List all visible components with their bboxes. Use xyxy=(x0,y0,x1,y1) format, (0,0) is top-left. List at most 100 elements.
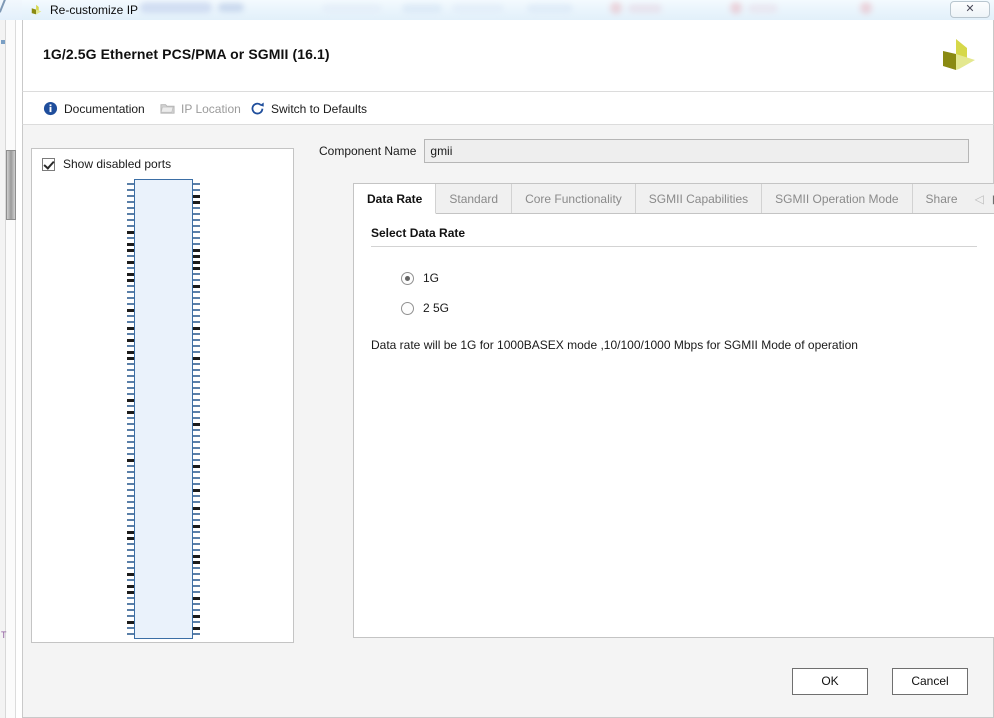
configuration-area: Component Name Data Rate Standard Core F… xyxy=(319,139,994,659)
tab-core-functionality[interactable]: Core Functionality xyxy=(512,184,636,213)
port-stub xyxy=(127,261,134,264)
tab-sgmii-capabilities[interactable]: SGMII Capabilities xyxy=(635,184,763,213)
ip-location-label: IP Location xyxy=(181,101,241,116)
dialog-toolbar: Documentation IP Location Switch to Defa… xyxy=(22,92,994,125)
port-stub xyxy=(127,267,134,269)
port-stub xyxy=(193,285,200,288)
switch-to-defaults-label: Switch to Defaults xyxy=(271,101,368,116)
port-stub xyxy=(193,213,200,215)
port-stub xyxy=(193,417,200,419)
port-stub xyxy=(193,381,200,383)
port-stub xyxy=(193,255,200,258)
port-stub xyxy=(127,315,134,317)
port-stub xyxy=(193,567,200,569)
port-stub xyxy=(193,369,200,371)
port-stub xyxy=(193,345,200,347)
port-stub xyxy=(193,585,200,587)
desktop-blur-blob xyxy=(452,4,504,13)
tab-data-rate[interactable]: Data Rate xyxy=(354,184,437,214)
port-stub xyxy=(193,267,200,270)
port-stub xyxy=(127,555,134,557)
port-stub xyxy=(193,333,200,335)
tab-sgmii-operation-mode[interactable]: SGMII Operation Mode xyxy=(762,184,913,213)
desktop-blur-blob xyxy=(527,4,573,13)
radio-label: 2 5G xyxy=(423,301,450,315)
port-stub xyxy=(127,603,134,605)
background-scrollbar-track[interactable] xyxy=(6,20,16,718)
port-stub xyxy=(193,279,200,281)
port-stub xyxy=(127,627,134,629)
port-stub xyxy=(127,291,134,293)
port-stub xyxy=(127,207,134,209)
port-stub xyxy=(127,249,134,252)
tab-standard[interactable]: Standard xyxy=(436,184,513,213)
port-stub xyxy=(127,375,134,377)
ip-symbol-panel: Show disabled ports xyxy=(31,148,294,643)
port-stub xyxy=(193,297,200,299)
port-stub xyxy=(127,495,134,497)
port-stub xyxy=(193,477,200,479)
background-marker xyxy=(1,40,5,44)
port-stub xyxy=(193,243,200,245)
port-stub xyxy=(127,519,134,521)
port-stub xyxy=(127,195,134,197)
switch-to-defaults-button[interactable]: Switch to Defaults xyxy=(250,101,367,116)
port-stub xyxy=(127,453,134,455)
section-heading: Select Data Rate xyxy=(371,226,466,240)
port-stub xyxy=(127,393,134,395)
ip-location-button[interactable]: IP Location xyxy=(160,101,241,116)
port-stub xyxy=(193,447,200,449)
component-name-label: Component Name xyxy=(319,144,417,158)
port-stub xyxy=(193,573,200,575)
port-stub xyxy=(127,549,134,551)
cancel-button[interactable]: Cancel xyxy=(892,668,968,695)
show-disabled-ports-checkbox[interactable]: Show disabled ports xyxy=(42,157,171,171)
port-stub xyxy=(193,561,200,564)
port-stub xyxy=(127,381,134,383)
port-stub xyxy=(127,369,134,371)
port-stub xyxy=(127,459,134,462)
data-rate-description: Data rate will be 1G for 1000BASEX mode … xyxy=(371,338,858,352)
port-stub xyxy=(193,423,200,426)
port-stub xyxy=(193,495,200,497)
port-stub xyxy=(193,249,200,252)
port-stub xyxy=(127,441,134,443)
desktop-blur-blob xyxy=(322,4,382,13)
port-stub xyxy=(127,189,134,191)
port-stub xyxy=(127,363,134,365)
desktop-blur-blob xyxy=(628,4,662,13)
port-stub xyxy=(193,543,200,545)
left-port-rail xyxy=(127,180,134,640)
component-name-input[interactable] xyxy=(424,139,969,163)
port-stub xyxy=(193,525,200,528)
port-stub xyxy=(127,609,134,611)
port-stub xyxy=(193,357,200,360)
background-scrollbar-thumb[interactable] xyxy=(6,150,16,220)
tab-share[interactable]: Share xyxy=(912,184,971,213)
port-stub xyxy=(193,405,200,407)
port-stub xyxy=(127,279,134,282)
section-divider xyxy=(371,246,977,247)
port-stub xyxy=(193,603,200,605)
close-icon[interactable]: ✕ xyxy=(950,1,990,18)
radio-indicator xyxy=(401,301,414,315)
xilinx-logo-icon xyxy=(31,4,42,15)
radio-option-1g[interactable]: 1G xyxy=(401,271,439,285)
port-stub xyxy=(127,309,134,312)
ok-button[interactable]: OK xyxy=(792,668,868,695)
radio-option-2-5g[interactable]: 2 5G xyxy=(401,301,449,315)
tab-label: Data Rate xyxy=(367,191,423,206)
port-stub xyxy=(193,225,200,227)
port-stub xyxy=(193,261,200,264)
documentation-button[interactable]: Documentation xyxy=(43,101,145,116)
port-stub xyxy=(127,237,134,239)
previous-tab-icon[interactable]: ◁ xyxy=(975,193,984,205)
checkbox-indicator xyxy=(42,157,55,171)
port-stub xyxy=(127,591,134,594)
port-stub xyxy=(127,345,134,347)
port-stub xyxy=(127,489,134,491)
port-stub xyxy=(193,375,200,377)
port-stub xyxy=(127,387,134,389)
port-stub xyxy=(127,303,134,305)
folder-icon xyxy=(160,104,175,114)
